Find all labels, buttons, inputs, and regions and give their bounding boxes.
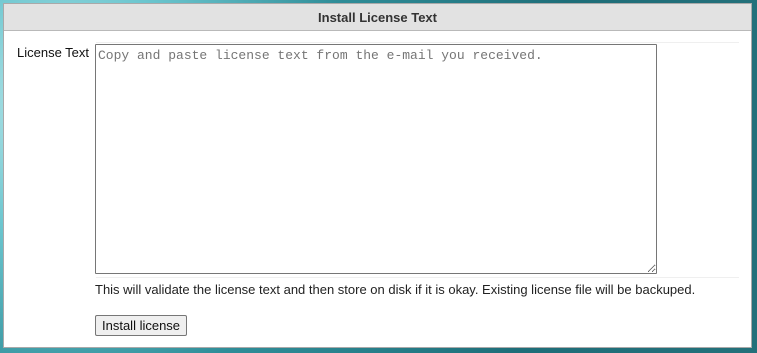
install-license-button[interactable]: Install license — [95, 315, 188, 336]
panel-title-text: Install License Text — [318, 9, 437, 25]
license-text-label: License Text — [17, 45, 90, 60]
license-text-input[interactable] — [95, 44, 657, 274]
install-license-panel: Install License Text License Text This w… — [3, 3, 752, 348]
panel-title: Install License Text — [4, 4, 751, 31]
form-row-divider-top — [96, 42, 739, 43]
license-help-text: This will validate the license text and … — [95, 282, 696, 297]
form-row-divider-bottom — [96, 277, 739, 278]
